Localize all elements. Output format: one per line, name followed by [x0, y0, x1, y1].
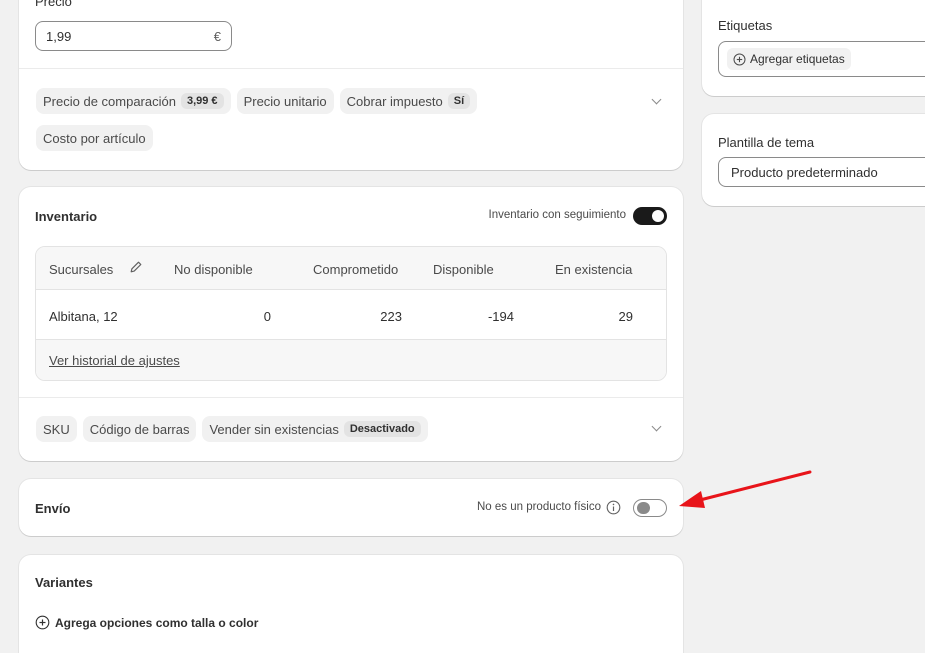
- inventory-table-header: Sucursales No disponible Comprometido Di…: [36, 247, 666, 290]
- add-options-button[interactable]: Agrega opciones como talla o color: [35, 615, 258, 630]
- unit-price-pill[interactable]: Precio unitario: [236, 88, 334, 114]
- pencil-icon[interactable]: [129, 260, 143, 274]
- inventory-tracking-toggle[interactable]: [633, 207, 667, 225]
- compare-price-label: Precio de comparación: [43, 93, 176, 109]
- toggle-knob: [637, 501, 650, 514]
- adjustment-history-link[interactable]: Ver historial de ajustes: [49, 353, 180, 368]
- shipping-title: Envío: [35, 501, 71, 516]
- inventory-divider: [19, 397, 683, 398]
- history-footer: Ver historial de ajustes: [36, 340, 666, 380]
- cost-per-item-pill[interactable]: Costo por artículo: [36, 125, 153, 151]
- info-icon[interactable]: [606, 500, 621, 515]
- unavailable-value[interactable]: 0: [216, 309, 271, 324]
- variants-title: Variantes: [35, 575, 93, 590]
- add-tags-label: Agregar etiquetas: [750, 52, 845, 66]
- currency-symbol: €: [213, 29, 221, 44]
- add-tags-button[interactable]: Agregar etiquetas: [727, 48, 851, 70]
- theme-template-card: Plantilla de tema Producto predeterminad…: [702, 114, 925, 206]
- non-physical-label: No es un producto físico: [476, 501, 601, 513]
- sell-out-of-stock-label: Vender sin existencias: [209, 421, 339, 437]
- column-on-hand: En existencia: [555, 262, 633, 277]
- toggle-knob: [652, 210, 664, 222]
- tags-input[interactable]: Agregar etiquetas: [718, 41, 925, 77]
- inventory-tracking-label: Inventario con seguimiento: [488, 209, 626, 221]
- column-available: Disponible: [433, 262, 494, 277]
- theme-template-select[interactable]: Producto predeterminado: [718, 157, 925, 187]
- chevron-down-icon[interactable]: [651, 421, 662, 432]
- sku-label: SKU: [43, 421, 70, 437]
- column-committed: Comprometido: [313, 262, 399, 277]
- price-divider: [19, 68, 683, 69]
- price-label: Precio: [35, 0, 72, 9]
- charge-tax-pill[interactable]: Cobrar impuesto Sí: [339, 88, 478, 114]
- plus-circle-icon: [733, 53, 746, 66]
- sku-pill[interactable]: SKU: [36, 416, 77, 442]
- plus-circle-icon: [35, 615, 50, 630]
- inventory-table: Sucursales No disponible Comprometido Di…: [35, 246, 667, 381]
- compare-price-value: 3,99 €: [180, 93, 224, 109]
- price-pills: Precio de comparación 3,99 € Precio unit…: [36, 88, 596, 114]
- inventory-title: Inventario: [35, 209, 98, 224]
- charge-tax-label: Cobrar impuesto: [346, 93, 443, 109]
- charge-tax-value: Sí: [447, 93, 471, 109]
- theme-template-value: Producto predeterminado: [731, 165, 878, 180]
- inventory-card: Inventario Inventario con seguimiento Su…: [19, 187, 683, 461]
- tags-label: Etiquetas: [718, 18, 773, 33]
- cost-per-item-label: Costo por artículo: [43, 130, 146, 146]
- compare-price-pill[interactable]: Precio de comparación 3,99 €: [36, 88, 231, 114]
- inventory-pills: SKU Código de barras Vender sin existencia…: [36, 416, 616, 442]
- non-physical-toggle[interactable]: [633, 499, 667, 517]
- on-hand-value[interactable]: 29: [576, 309, 633, 324]
- available-value[interactable]: -194: [456, 309, 514, 324]
- shipping-card: Envío No es un producto físico: [19, 479, 683, 536]
- chevron-down-icon[interactable]: [651, 94, 662, 105]
- column-unavailable: No disponible: [174, 262, 253, 277]
- location-name: Albitana, 12: [49, 309, 118, 324]
- variants-card: Variantes Agrega opciones como talla o c…: [19, 555, 683, 653]
- barcode-pill[interactable]: Código de barras: [82, 416, 197, 442]
- add-options-label: Agrega opciones como talla o color: [55, 615, 259, 630]
- sell-out-of-stock-value: Desactivado: [343, 421, 421, 437]
- unit-price-label: Precio unitario: [243, 93, 327, 109]
- table-row: Albitana, 12 0 223 -194 29: [36, 290, 666, 340]
- pricing-card: Precio 1,99 € Precio de comparación 3,99…: [19, 0, 683, 170]
- column-locations: Sucursales: [49, 262, 114, 277]
- committed-value: 223: [380, 309, 402, 324]
- theme-template-label: Plantilla de tema: [718, 135, 815, 150]
- price-input[interactable]: 1,99 €: [35, 21, 232, 51]
- price-value: 1,99: [46, 29, 72, 44]
- tags-card: Etiquetas Agregar etiquetas: [702, 0, 925, 96]
- sell-out-of-stock-pill[interactable]: Vender sin existencias Desactivado: [202, 416, 428, 442]
- barcode-label: Código de barras: [89, 421, 190, 437]
